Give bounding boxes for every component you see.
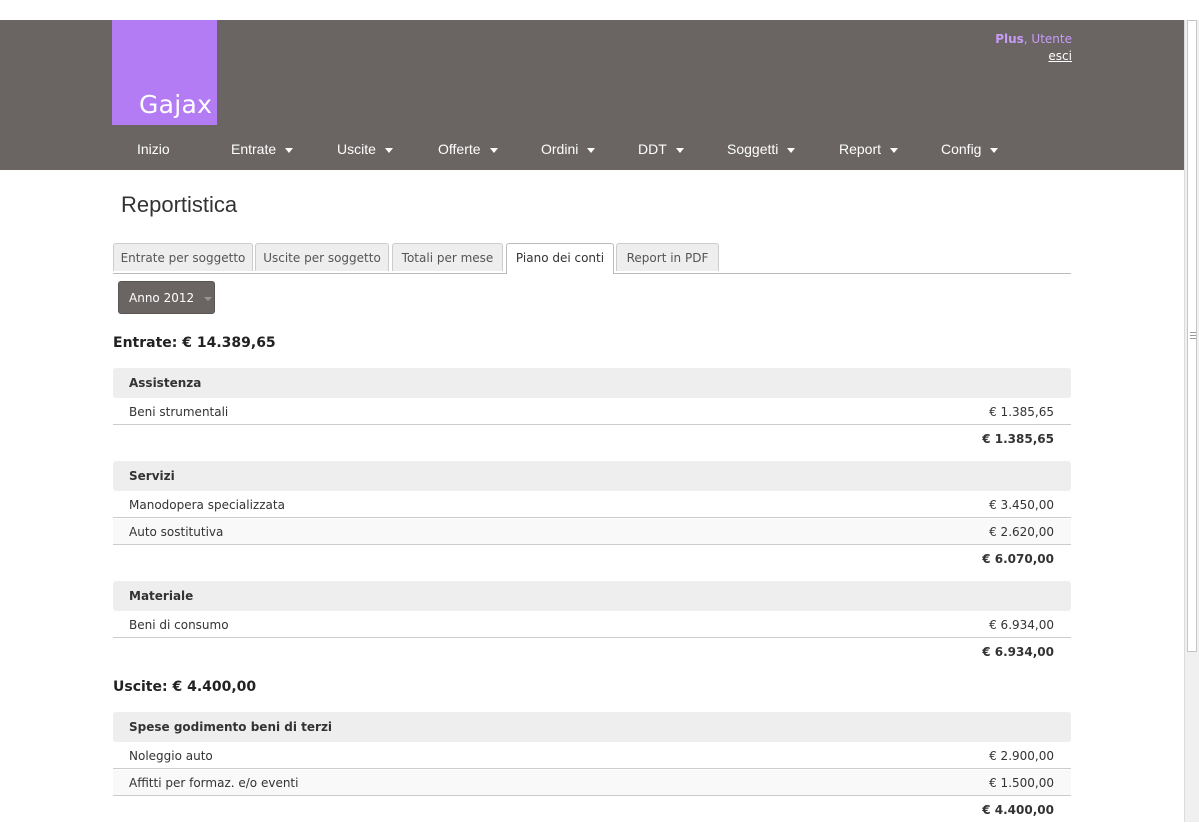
tab-entrate-per-soggetto[interactable]: Entrate per soggetto (113, 243, 253, 271)
caret-down-icon (489, 147, 498, 153)
table-row: Noleggio auto € 2.900,00 (113, 743, 1071, 769)
group-header-materiale: Materiale (113, 581, 1071, 611)
app-header: Gajax Plus, Utente esci Inizio Entrate U… (0, 20, 1184, 170)
nav-item-offerte[interactable]: Offerte (438, 136, 498, 166)
caret-down-icon (675, 147, 684, 153)
report-tabs: Entrate per soggetto Uscite per soggetto… (113, 242, 1071, 274)
group-total-row: € 1.385,65 (113, 426, 1071, 452)
row-amount: € 1.500,00 (989, 776, 1054, 790)
nav-label: Entrate (231, 141, 277, 157)
tab-report-in-pdf[interactable]: Report in PDF (616, 243, 719, 271)
row-label: Manodopera specializzata (129, 498, 285, 512)
nav-label: DDT (638, 141, 667, 157)
tab-uscite-per-soggetto[interactable]: Uscite per soggetto (255, 243, 389, 271)
group-total-row: € 4.400,00 (113, 797, 1071, 823)
nav-item-report[interactable]: Report (839, 136, 899, 166)
row-amount: € 1.385,65 (989, 405, 1054, 419)
row-amount: € 2.620,00 (989, 525, 1054, 539)
row-label: Noleggio auto (129, 749, 213, 763)
row-amount: € 6.934,00 (989, 618, 1054, 632)
group-total-amount: € 4.400,00 (982, 803, 1054, 817)
nav-item-uscite[interactable]: Uscite (337, 136, 393, 166)
grip-icon (1190, 335, 1196, 336)
group-total-amount: € 6.070,00 (982, 552, 1054, 566)
table-row: Manodopera specializzata € 3.450,00 (113, 492, 1071, 518)
row-label: Auto sostitutiva (129, 525, 224, 539)
row-label: Beni strumentali (129, 405, 229, 419)
user-name: , Utente (1023, 32, 1072, 46)
app-logo[interactable]: Gajax (112, 20, 217, 125)
table-row: Beni di consumo € 6.934,00 (113, 612, 1071, 638)
grip-icon (1190, 338, 1196, 339)
row-label: Affitti per formaz. e/o eventi (129, 776, 299, 790)
user-plan: Plus (995, 32, 1024, 46)
row-amount: € 3.450,00 (989, 498, 1054, 512)
page-title: Reportistica (121, 192, 238, 217)
nav-label: Soggetti (727, 141, 779, 157)
group-header-spese-godimento: Spese godimento beni di terzi (113, 712, 1071, 742)
group-total-amount: € 1.385,65 (982, 432, 1054, 446)
tab-piano-dei-conti[interactable]: Piano dei conti (506, 243, 614, 274)
expenses-heading: Uscite: € 4.400,00 (113, 679, 257, 695)
tab-totali-per-mese[interactable]: Totali per mese (392, 243, 503, 271)
row-amount: € 2.900,00 (989, 749, 1054, 763)
scrollbar-thumb[interactable] (1187, 20, 1197, 652)
caret-down-icon (990, 147, 999, 153)
nav-label: Inizio (137, 141, 170, 157)
group-total-row: € 6.070,00 (113, 546, 1071, 572)
vertical-scrollbar[interactable] (1184, 20, 1199, 822)
group-header-servizi: Servizi (113, 461, 1071, 491)
table-row: Affitti per formaz. e/o eventi € 1.500,0… (113, 770, 1071, 796)
logo-text: Gajax (139, 90, 213, 119)
nav-item-ordini[interactable]: Ordini (541, 136, 596, 166)
caret-down-icon (890, 147, 899, 153)
grip-icon (1190, 332, 1196, 333)
nav-item-entrate[interactable]: Entrate (231, 136, 294, 166)
nav-item-inizio[interactable]: Inizio (137, 136, 170, 166)
nav-label: Offerte (438, 141, 481, 157)
user-info: Plus, Utente (995, 31, 1072, 48)
income-heading: Entrate: € 14.389,65 (113, 335, 276, 351)
caret-down-icon (384, 147, 393, 153)
row-label: Beni di consumo (129, 618, 229, 632)
group-total-row: € 6.934,00 (113, 639, 1071, 665)
nav-item-ddt[interactable]: DDT (638, 136, 684, 166)
nav-label: Report (839, 141, 882, 157)
nav-item-soggetti[interactable]: Soggetti (727, 136, 796, 166)
year-dropdown-button[interactable]: Anno 2012 (118, 281, 215, 314)
caret-down-icon (204, 296, 213, 301)
nav-label: Uscite (337, 141, 376, 157)
group-total-amount: € 6.934,00 (982, 645, 1054, 659)
nav-label: Config (941, 141, 982, 157)
nav-item-config[interactable]: Config (941, 136, 999, 166)
browser-top-strip (0, 0, 1199, 20)
nav-label: Ordini (541, 141, 579, 157)
caret-down-icon (587, 147, 596, 153)
main-nav: Inizio Entrate Uscite Offerte Ordini DDT… (0, 136, 1184, 166)
logout-link[interactable]: esci (1048, 49, 1072, 63)
caret-down-icon (285, 147, 294, 153)
table-row: Auto sostitutiva € 2.620,00 (113, 519, 1071, 545)
group-header-assistenza: Assistenza (113, 368, 1071, 398)
table-row: Beni strumentali € 1.385,65 (113, 399, 1071, 425)
caret-down-icon (787, 147, 796, 153)
year-label: Anno 2012 (129, 291, 195, 305)
user-box: Plus, Utente esci (995, 31, 1072, 65)
